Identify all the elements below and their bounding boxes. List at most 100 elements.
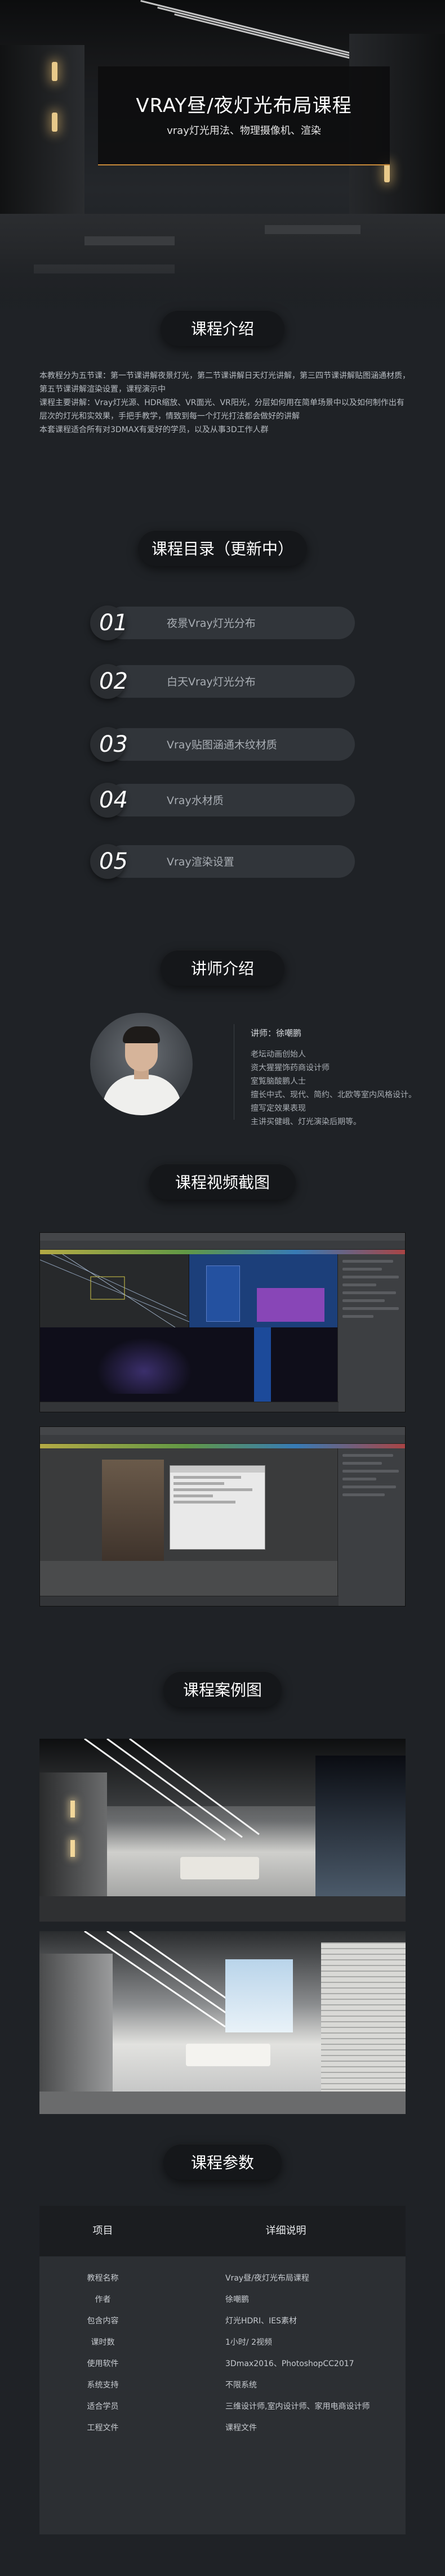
app-menubar bbox=[40, 1233, 405, 1241]
param-key: 课时数 bbox=[91, 2338, 115, 2347]
catalog-item-number: 01 bbox=[99, 610, 128, 636]
dialog-row bbox=[173, 1501, 235, 1504]
param-key: 使用软件 bbox=[87, 2359, 119, 2368]
intro-text: 本教程分为五节课：第一节课讲解夜景灯光，第二节课讲解日天灯光讲解，第三四节课讲解… bbox=[39, 369, 411, 437]
param-value: 徐嘲鹏 bbox=[225, 2295, 249, 2304]
panel-row bbox=[342, 1283, 376, 1286]
teacher-bio-line: 资大猩猩饰药商设计师 bbox=[251, 1063, 330, 1072]
teacher-heading: 讲师介绍 bbox=[161, 950, 284, 986]
params-col-key: 项目 bbox=[92, 2225, 113, 2237]
panel-row bbox=[342, 1493, 385, 1496]
viewport-geometry bbox=[40, 1561, 339, 1597]
catalog-item-label: Vray贴图涵通木纹材质 bbox=[167, 739, 277, 751]
catalog-item[interactable]: 02 白天Vray灯光分布 bbox=[90, 664, 355, 699]
app-menubar bbox=[40, 1427, 405, 1435]
param-value: 1小时/ 2视频 bbox=[225, 2338, 272, 2347]
intro-paragraph: 本套课程适合所有对3DMAX有爱好的学员，以及从事3D工作人群 bbox=[39, 425, 269, 434]
dialog-row bbox=[173, 1488, 252, 1491]
case-render bbox=[39, 1931, 406, 2114]
catalog-item-label: 白天Vray灯光分布 bbox=[167, 676, 256, 688]
viewport-top bbox=[40, 1254, 190, 1328]
hero-subtitle: vray灯光用法、物理摄像机、渲染 bbox=[167, 125, 321, 137]
screenshots-heading: 课程视频截图 bbox=[149, 1164, 296, 1200]
intro-paragraph: 课程主要讲解：Vray灯光源、HDR缩放、VR面光、VR阳光，分层如何用在简单场… bbox=[39, 398, 404, 421]
hero-title-box: VRAY昼/夜灯光布局课程 vray灯光用法、物理摄像机、渲染 bbox=[98, 66, 390, 165]
app-toolbar bbox=[40, 1241, 405, 1250]
app-ribbon bbox=[40, 1444, 405, 1448]
catalog-item-number: 04 bbox=[99, 787, 128, 813]
viewport-render bbox=[40, 1327, 339, 1403]
panel-row bbox=[342, 1268, 382, 1271]
param-key: 教程名称 bbox=[87, 2274, 119, 2283]
case-floor bbox=[39, 1896, 406, 1922]
render-scene bbox=[254, 1327, 271, 1403]
teacher-bio-line: 主讲买健峨、灯光演染后期等。 bbox=[251, 1118, 361, 1127]
avatar-hair bbox=[123, 1026, 160, 1043]
case-wall bbox=[39, 1772, 107, 1896]
wall-lamp bbox=[384, 163, 390, 182]
catalog-item-number: 02 bbox=[99, 668, 128, 694]
app-ribbon bbox=[40, 1250, 405, 1254]
viewport-geometry bbox=[206, 1265, 240, 1322]
table-row: 包含内容 灯光HDRI、IES素材 bbox=[39, 2310, 406, 2332]
viewport-geometry bbox=[102, 1460, 164, 1572]
timeline bbox=[40, 1596, 339, 1606]
param-key: 作者 bbox=[95, 2295, 111, 2304]
param-key: 系统支持 bbox=[87, 2381, 119, 2390]
teacher-avatar bbox=[90, 1013, 193, 1115]
param-value: 不限系统 bbox=[225, 2381, 257, 2390]
hero-step bbox=[84, 236, 175, 245]
viewport-perspective bbox=[40, 1448, 339, 1597]
catalog-item[interactable]: 05 Vray渲染设置 bbox=[90, 844, 355, 879]
case-dining-table bbox=[186, 2044, 270, 2066]
case-louver-wall bbox=[321, 1942, 406, 2094]
case-floor bbox=[39, 2092, 406, 2114]
table-row: 作者 徐嘲鹏 bbox=[39, 2289, 406, 2310]
render-settings-dialog bbox=[170, 1465, 265, 1550]
panel-row bbox=[342, 1486, 396, 1488]
params-col-value: 详细说明 bbox=[265, 2225, 306, 2237]
wall-lamp bbox=[52, 113, 57, 132]
table-row: 系统支持 不限系统 bbox=[39, 2375, 406, 2396]
catalog-item[interactable]: 03 Vray贴图涵通木纹材质 bbox=[90, 727, 355, 762]
cases-heading: 课程案例图 bbox=[163, 1671, 282, 1707]
command-panel bbox=[337, 1448, 405, 1606]
course-page: VRAY昼/夜灯光布局课程 vray灯光用法、物理摄像机、渲染 课程介绍 本教程… bbox=[0, 0, 445, 2576]
teacher-name: 讲师：徐嘲鹏 bbox=[251, 1028, 302, 1038]
param-key: 包含内容 bbox=[87, 2317, 119, 2326]
case-night-sky bbox=[315, 1756, 406, 1896]
param-value: 课程文件 bbox=[225, 2424, 257, 2433]
avatar-shirt bbox=[103, 1075, 181, 1115]
panel-row bbox=[342, 1315, 373, 1318]
teacher-bio-line: 擅写定效果表现 bbox=[251, 1104, 306, 1113]
catalog-item-label: 夜景Vray灯光分布 bbox=[167, 617, 256, 630]
catalog-item[interactable]: 04 Vray水材质 bbox=[90, 783, 355, 818]
catalog-item-bar bbox=[106, 784, 355, 816]
panel-row bbox=[342, 1276, 399, 1278]
panel-row bbox=[342, 1470, 399, 1473]
case-wall-lamp bbox=[70, 1840, 75, 1857]
viewport-geometry bbox=[257, 1288, 324, 1322]
table-row: 课时数 1小时/ 2视频 bbox=[39, 2332, 406, 2353]
wall-lamp bbox=[52, 62, 57, 81]
table-row: 使用软件 3Dmax2016、PhotoshopCC2017 bbox=[39, 2353, 406, 2375]
video-screenshot bbox=[39, 1232, 406, 1412]
panel-row bbox=[342, 1260, 393, 1263]
timeline bbox=[40, 1402, 339, 1412]
param-key: 适合学员 bbox=[87, 2402, 119, 2411]
intro-paragraph: 本教程分为五节课：第一节课讲解夜景灯光，第二节课讲解日天灯光讲解，第三四节课讲解… bbox=[39, 371, 410, 394]
case-dining-table bbox=[180, 1857, 259, 1879]
param-value: 3Dmax2016、PhotoshopCC2017 bbox=[225, 2359, 354, 2368]
catalog-heading: 课程目录（更新中） bbox=[138, 530, 307, 566]
table-row: 工程文件 课程文件 bbox=[39, 2417, 406, 2439]
table-row: 教程名称 Vray昼/夜灯光布局课程 bbox=[39, 2268, 406, 2289]
panel-row bbox=[342, 1299, 385, 1302]
params-table-header: 项目 详细说明 bbox=[39, 2206, 406, 2256]
catalog-item[interactable]: 01 夜景Vray灯光分布 bbox=[90, 605, 355, 640]
hero-fade bbox=[0, 253, 445, 315]
teacher-bio-line: 擅长中式、现代、简约、北欧等室内风格设计。 bbox=[251, 1090, 416, 1099]
case-render bbox=[39, 1739, 406, 1922]
dialog-row bbox=[173, 1482, 224, 1485]
dialog-row bbox=[173, 1476, 241, 1479]
catalog-item-number: 05 bbox=[99, 849, 128, 874]
